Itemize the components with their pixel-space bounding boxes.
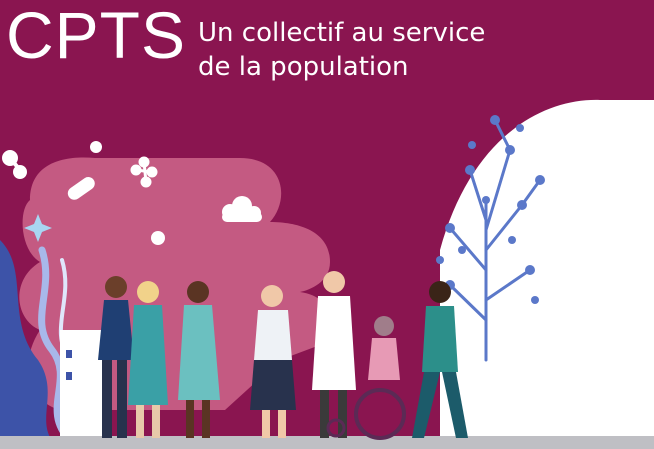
subtitle-line-2: de la population xyxy=(198,52,409,82)
white-hill xyxy=(440,99,654,449)
molecule-icon xyxy=(2,150,27,179)
poster: CPTS Un collectif au service de la popul… xyxy=(0,0,654,449)
subtitle-line-1: Un collectif au service xyxy=(198,18,486,48)
building-window xyxy=(66,372,72,380)
building-window xyxy=(66,350,72,358)
dot-icon xyxy=(151,231,165,245)
title: CPTS xyxy=(6,0,187,72)
wheel-icon xyxy=(354,388,406,440)
dot-icon xyxy=(90,141,102,153)
person-doctor xyxy=(312,271,356,438)
building xyxy=(60,330,104,440)
subtitle: Un collectif au service de la population xyxy=(198,16,485,84)
